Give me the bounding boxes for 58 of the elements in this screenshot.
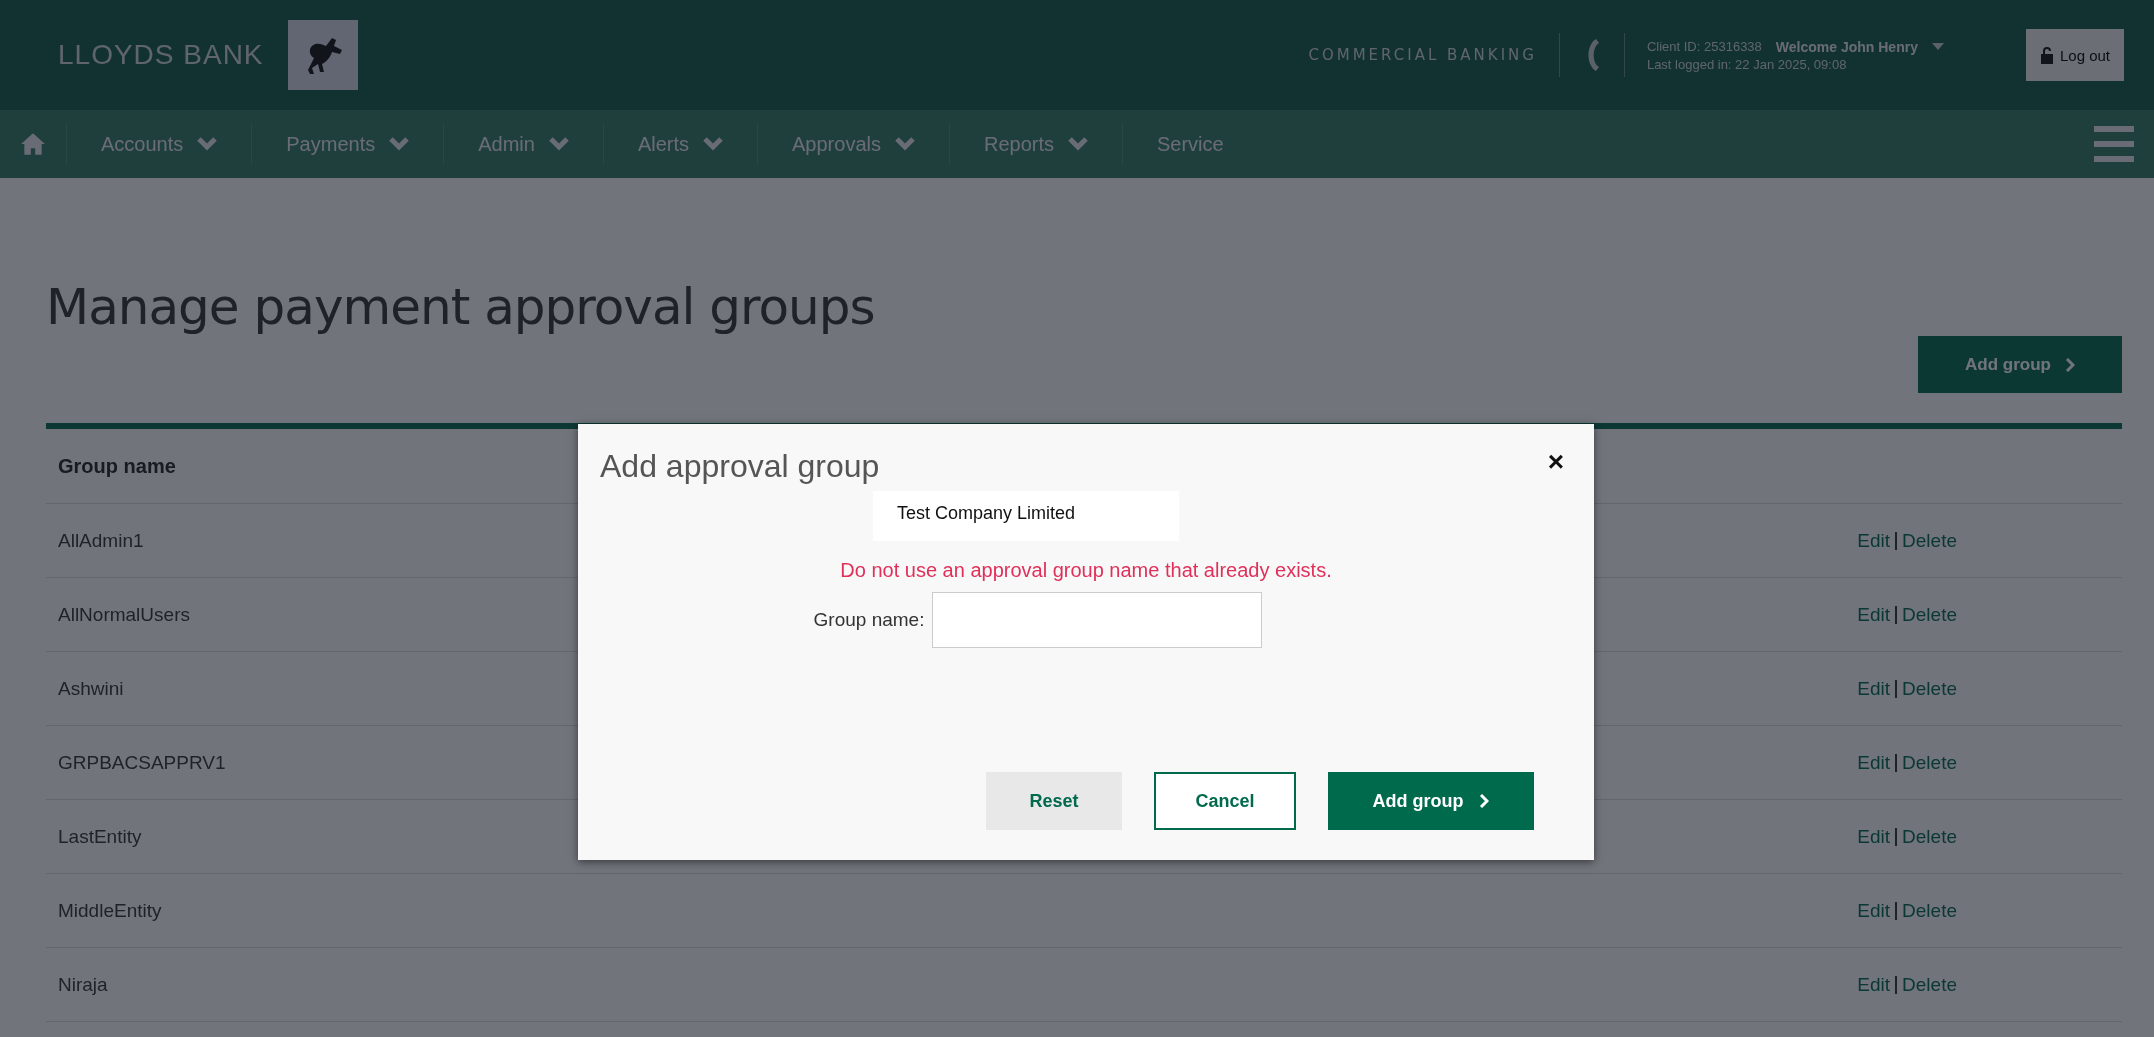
nav-menu-item[interactable]: Payments [252,132,444,156]
add-group-button[interactable]: Add group [1328,772,1534,830]
company-name: Test Company Limited [873,491,1179,541]
delete-link[interactable]: Delete [1902,603,1957,626]
welcome-menu[interactable]: Welcome John Henry [1775,38,1918,55]
delete-link[interactable]: Delete [1902,899,1957,922]
edit-link[interactable]: Edit [1857,751,1891,774]
last-logged-text: Last logged in: 22 Jan 2025, 09:08 [1646,56,1848,72]
edit-link[interactable]: Edit [1857,677,1891,700]
brand-name: LLOYDS BANK [58,39,264,71]
delete-link[interactable]: Delete [1902,529,1957,552]
close-button[interactable]: × [1539,448,1572,476]
reset-button[interactable]: Reset [986,772,1122,830]
edit-link[interactable]: Edit [1857,973,1891,996]
table-cell: AllNormalUsers [58,603,190,626]
segment-label: COMMERCIAL BANKING [1308,46,1537,64]
menu-icon[interactable] [2094,126,2134,162]
cancel-button[interactable]: Cancel [1154,772,1296,830]
nav-menu-item[interactable]: Accounts [67,132,252,156]
chevron-down-icon [548,137,569,151]
edit-link[interactable]: Edit [1857,529,1891,552]
table-cell: Niraja [58,973,108,996]
nav-menu-item[interactable]: Admin [444,132,603,156]
logout-button[interactable]: Log out [2025,29,2124,81]
nav-menu-item[interactable]: Alerts [603,132,758,156]
chevron-down-icon [389,137,410,151]
group-name-field[interactable] [932,592,1263,648]
home-icon[interactable] [20,132,46,156]
warning-message: Do not use an approval group name that already exists. [840,559,1332,582]
delete-link[interactable]: Delete [1902,973,1957,996]
page-title: Manage payment approval groups [46,278,876,336]
edit-link[interactable]: Edit [1857,899,1891,922]
nav-menu-item[interactable]: Approvals [758,132,949,156]
caret-icon[interactable] [1931,42,1944,51]
client-id: Client ID: 25316338 [1646,39,1762,54]
delete-link[interactable]: Delete [1902,677,1957,700]
chevron-down-icon [197,137,218,151]
chevron-right-icon [1479,794,1490,808]
column-header: Group name [58,454,176,478]
table-cell: AllAdmin1 [58,529,144,552]
delete-link[interactable]: Delete [1902,825,1957,848]
nav-menu-item[interactable]: Reports [949,132,1122,156]
add-group-button[interactable]: Add group [1918,336,2122,393]
edit-link[interactable]: Edit [1857,603,1891,626]
chevron-down-icon [1068,137,1088,151]
chevron-down-icon [703,137,724,151]
dialog-title: Add approval group [600,448,880,485]
table-cell: Ashwini [58,677,124,700]
nav-menu-item[interactable]: Service [1123,132,1258,156]
edit-link[interactable]: Edit [1857,825,1891,848]
padlock-icon [2039,46,2054,64]
delete-link[interactable]: Delete [1902,751,1957,774]
table-cell: MiddleEntity [58,899,162,922]
field-label: Group name: [813,609,925,631]
table-cell: GRPBACSAPPRV1 [58,751,226,774]
chevron-down-icon [894,137,915,151]
chevron-right-icon [2064,357,2075,372]
table-cell: LastEntity [58,825,142,848]
